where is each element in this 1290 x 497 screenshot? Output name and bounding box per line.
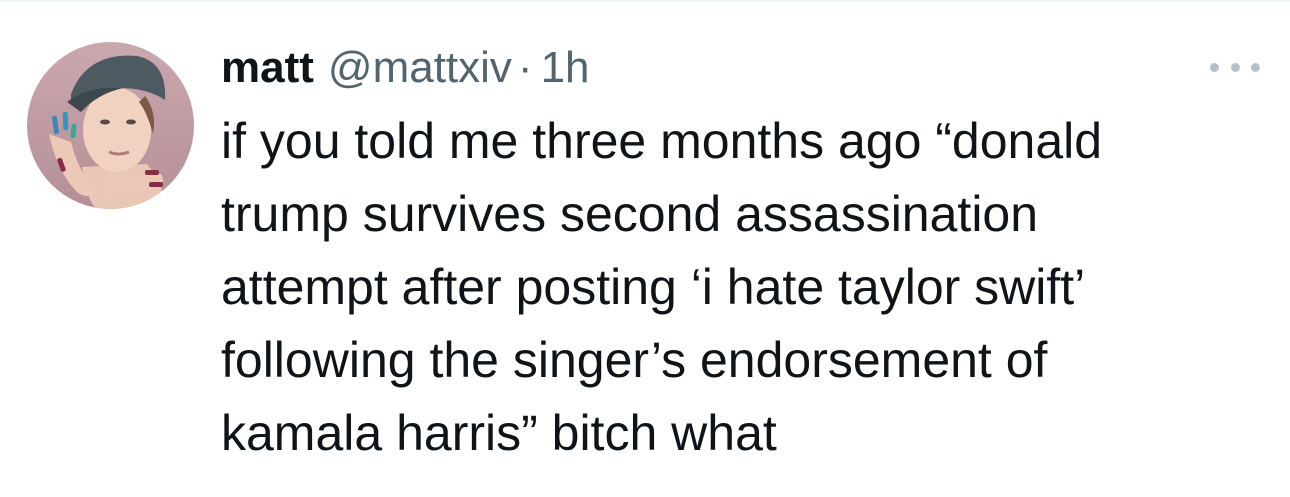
author-handle[interactable]: @mattxiv xyxy=(328,38,512,98)
tweet-text-line: if you told me three months ago “donald xyxy=(221,113,1103,169)
more-dot-3 xyxy=(1251,62,1260,72)
tweet-text-line: trump survives second assassination xyxy=(221,186,1039,242)
tweet-text-line: attempt after posting ‘i hate taylor swi… xyxy=(221,259,1086,315)
tweet-text-line: following the singer’s endorsement of xyxy=(221,332,1048,388)
tweet-card[interactable]: matt @mattxiv · 1h if you told me three … xyxy=(0,0,1290,497)
more-options-icon[interactable] xyxy=(1210,57,1260,77)
author-name[interactable]: matt xyxy=(221,38,314,98)
avatar[interactable] xyxy=(27,42,194,209)
tweet-header: matt @mattxiv · 1h xyxy=(221,38,590,98)
timestamp[interactable]: 1h xyxy=(541,38,590,98)
tweet-text: if you told me three months ago “donald … xyxy=(221,105,1271,470)
more-dot-1 xyxy=(1210,62,1219,72)
separator-dot: · xyxy=(517,43,533,92)
avatar-photo xyxy=(27,42,194,209)
tweet-text-line: kamala harris” bitch what xyxy=(221,405,777,461)
more-dot-2 xyxy=(1230,62,1240,72)
